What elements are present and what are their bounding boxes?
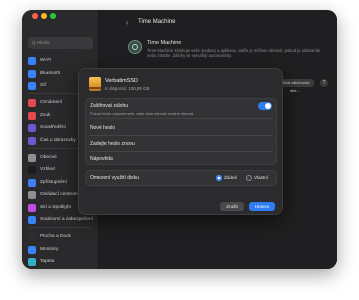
sidebar-item-label: Ovládací centrum [40, 192, 78, 197]
bluetooth-icon [28, 69, 36, 78]
sidebar-item-wallpaper[interactable]: Tapeta [28, 256, 98, 267]
clock-icon [132, 44, 138, 50]
sidebar-item-label: Soukromí a zabezpečení [40, 217, 94, 222]
privacy-icon [28, 215, 36, 224]
sidebar-item-label: Plocha a Dock [40, 234, 71, 239]
drive-name: VerbatimSSD [105, 78, 139, 84]
sidebar-item-label: Oznámení [40, 100, 63, 105]
sidebar-item-label: Tapeta [40, 259, 55, 264]
encrypt-backup-label: Zašifrovat zálohu [90, 103, 129, 109]
disk-limit-none-radio[interactable] [216, 175, 222, 181]
new-password-field[interactable]: Nové heslo [90, 125, 115, 131]
wallpaper-icon [28, 257, 36, 266]
disk-limit-custom-label: Vlastní [254, 175, 269, 180]
sidebar-item-label: Soustředění [40, 125, 66, 130]
help-button[interactable]: ? [320, 79, 328, 87]
done-button[interactable]: Hotovo [249, 202, 275, 211]
sidebar-item-label: Síť [40, 83, 47, 88]
external-drive-stripe [89, 87, 101, 89]
zoom-window-button[interactable] [50, 13, 56, 19]
gear-icon [28, 153, 36, 162]
cancel-button[interactable]: Zrušit [220, 202, 244, 211]
focus-icon [28, 123, 36, 132]
drive-available-space: K dispozici: 100,89 GB [105, 86, 150, 91]
password-hint-field[interactable]: Nápověda [90, 156, 113, 162]
sound-icon [28, 111, 36, 120]
search-input[interactable]: Q Hledat [28, 37, 93, 49]
sidebar-item-label: Čas u obrazovky [40, 138, 76, 143]
close-window-button[interactable] [32, 13, 38, 19]
sidebar-item-label: Vzhled [40, 167, 55, 172]
page-title: Time Machine [138, 19, 176, 25]
network-icon [28, 81, 36, 90]
sidebar-item-label: Wi-Fi [40, 58, 52, 63]
wifi-icon [28, 56, 36, 65]
appearance-icon [28, 165, 36, 174]
siri-icon [28, 203, 36, 212]
sidebar-item-label: Obecné [40, 155, 57, 160]
minimize-window-button[interactable] [41, 13, 47, 19]
toggle-knob [265, 103, 271, 109]
sidebar-item-wifi[interactable]: Wi-Fi [28, 55, 98, 66]
disk-limit-none-label: Žádné [224, 175, 238, 180]
sidebar-item-label: Bluetooth [40, 71, 61, 76]
back-chevron-icon[interactable]: ‹ [126, 18, 129, 27]
sidebar-item-displays[interactable]: Monitory [28, 244, 98, 255]
sidebar-item-label: Zvuk [40, 113, 51, 118]
sidebar-item-label: Monitory [40, 247, 59, 252]
verify-password-field[interactable]: Zadejte heslo znovu [90, 141, 135, 147]
sidebar-item-label: Zpřístupnění [40, 180, 67, 185]
divider [89, 151, 273, 152]
accessibility-icon [28, 178, 36, 187]
time-machine-description: Time Machine zálohuje vaše soubory a apl… [147, 48, 321, 58]
divider [89, 135, 273, 136]
displays-icon [28, 245, 36, 254]
divider [89, 118, 273, 119]
time-machine-name: Time Machine [147, 40, 182, 46]
encrypt-backup-subtitle: Pokud heslo zapomenete, vaše data nebude… [90, 111, 195, 116]
sidebar-divider [28, 227, 92, 228]
disk-limit-custom-radio[interactable] [246, 175, 252, 181]
disk-limit-label: Omezení využití disku [90, 175, 139, 181]
notifications-icon [28, 98, 36, 107]
desktop-dock-icon [28, 232, 36, 241]
screentime-icon [28, 136, 36, 145]
sidebar-item-privacy[interactable]: Soukromí a zabezpečení [28, 214, 98, 225]
control-center-icon [28, 190, 36, 199]
sidebar-item-label: Siri a Spotlight [40, 205, 71, 210]
sidebar-item-desktop-dock[interactable]: Plocha a Dock [28, 231, 98, 242]
